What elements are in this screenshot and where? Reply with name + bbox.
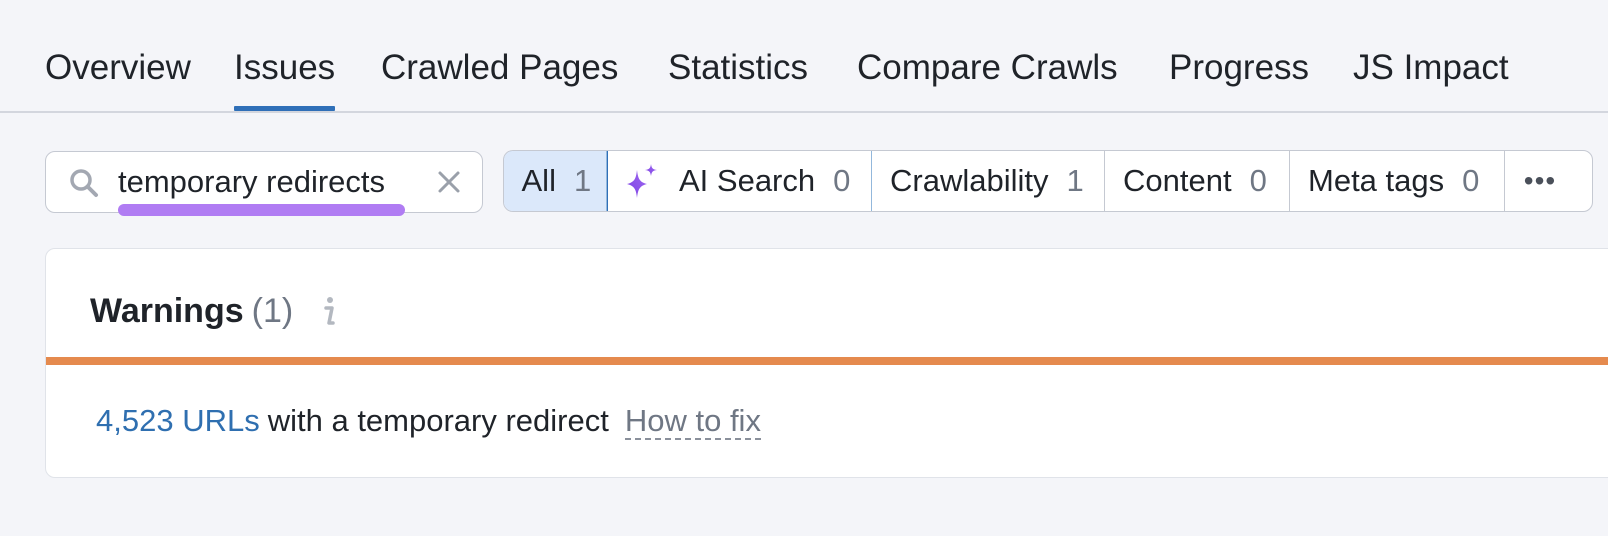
filter-content-count: 0 [1249,163,1267,198]
tab-js-impact[interactable]: JS Impact [1353,46,1509,90]
filter-ai-search-label: AI Search [679,163,816,198]
search-highlight-underline [118,204,405,216]
issue-row: 4,523 URLs with a temporary redirect How t… [96,401,761,441]
filter-all-label: All [521,163,556,198]
info-icon[interactable] [318,295,340,329]
filter-all[interactable]: All 1 [504,151,608,211]
filter-crawlability[interactable]: Crawlability 1 [872,151,1105,211]
filter-crawlability-label: Crawlability [890,163,1049,198]
filter-crawlability-count: 1 [1066,163,1084,198]
search-input[interactable] [118,162,408,202]
search-icon [70,169,98,197]
close-icon[interactable] [436,169,462,195]
filter-meta-tags-label: Meta tags [1308,163,1445,198]
issue-search-box [45,151,483,216]
tab-compare-crawls[interactable]: Compare Crawls [857,46,1118,90]
tab-progress[interactable]: Progress [1169,46,1309,90]
report-tabs: Overview Issues Crawled Pages Statistics… [0,0,1608,113]
more-filters-button[interactable]: ••• [1505,151,1575,211]
filter-meta-tags-count: 0 [1462,163,1480,198]
filter-content[interactable]: Content 0 [1105,151,1290,211]
warning-severity-stripe [46,357,1608,365]
more-icon: ••• [1523,165,1557,196]
warnings-card: Warnings (1) 4,523 URLs with a temporary r… [45,248,1608,478]
filter-ai-search-count: 0 [833,163,851,198]
category-filter: All 1 AI Search 0 Crawlability 1 Content… [503,150,1593,212]
tab-issues[interactable]: Issues [234,46,336,111]
filter-content-label: Content [1123,163,1232,198]
filter-ai-search[interactable]: AI Search 0 [606,151,872,211]
issue-urls-link[interactable]: 4,523 URLs [96,403,260,438]
filter-meta-tags[interactable]: Meta tags 0 [1290,151,1505,211]
tab-overview[interactable]: Overview [45,46,191,90]
tab-statistics[interactable]: Statistics [668,46,808,90]
how-to-fix-link[interactable]: How to fix [624,403,761,440]
sparkle-icon [627,164,657,198]
tab-crawled-pages[interactable]: Crawled Pages [381,46,618,90]
issue-description: with a temporary redirect [267,403,609,438]
warnings-heading: Warnings (1) [90,289,293,333]
warnings-title: Warnings [90,292,244,330]
warnings-count: (1) [251,292,294,330]
filter-all-count: 1 [573,163,592,198]
